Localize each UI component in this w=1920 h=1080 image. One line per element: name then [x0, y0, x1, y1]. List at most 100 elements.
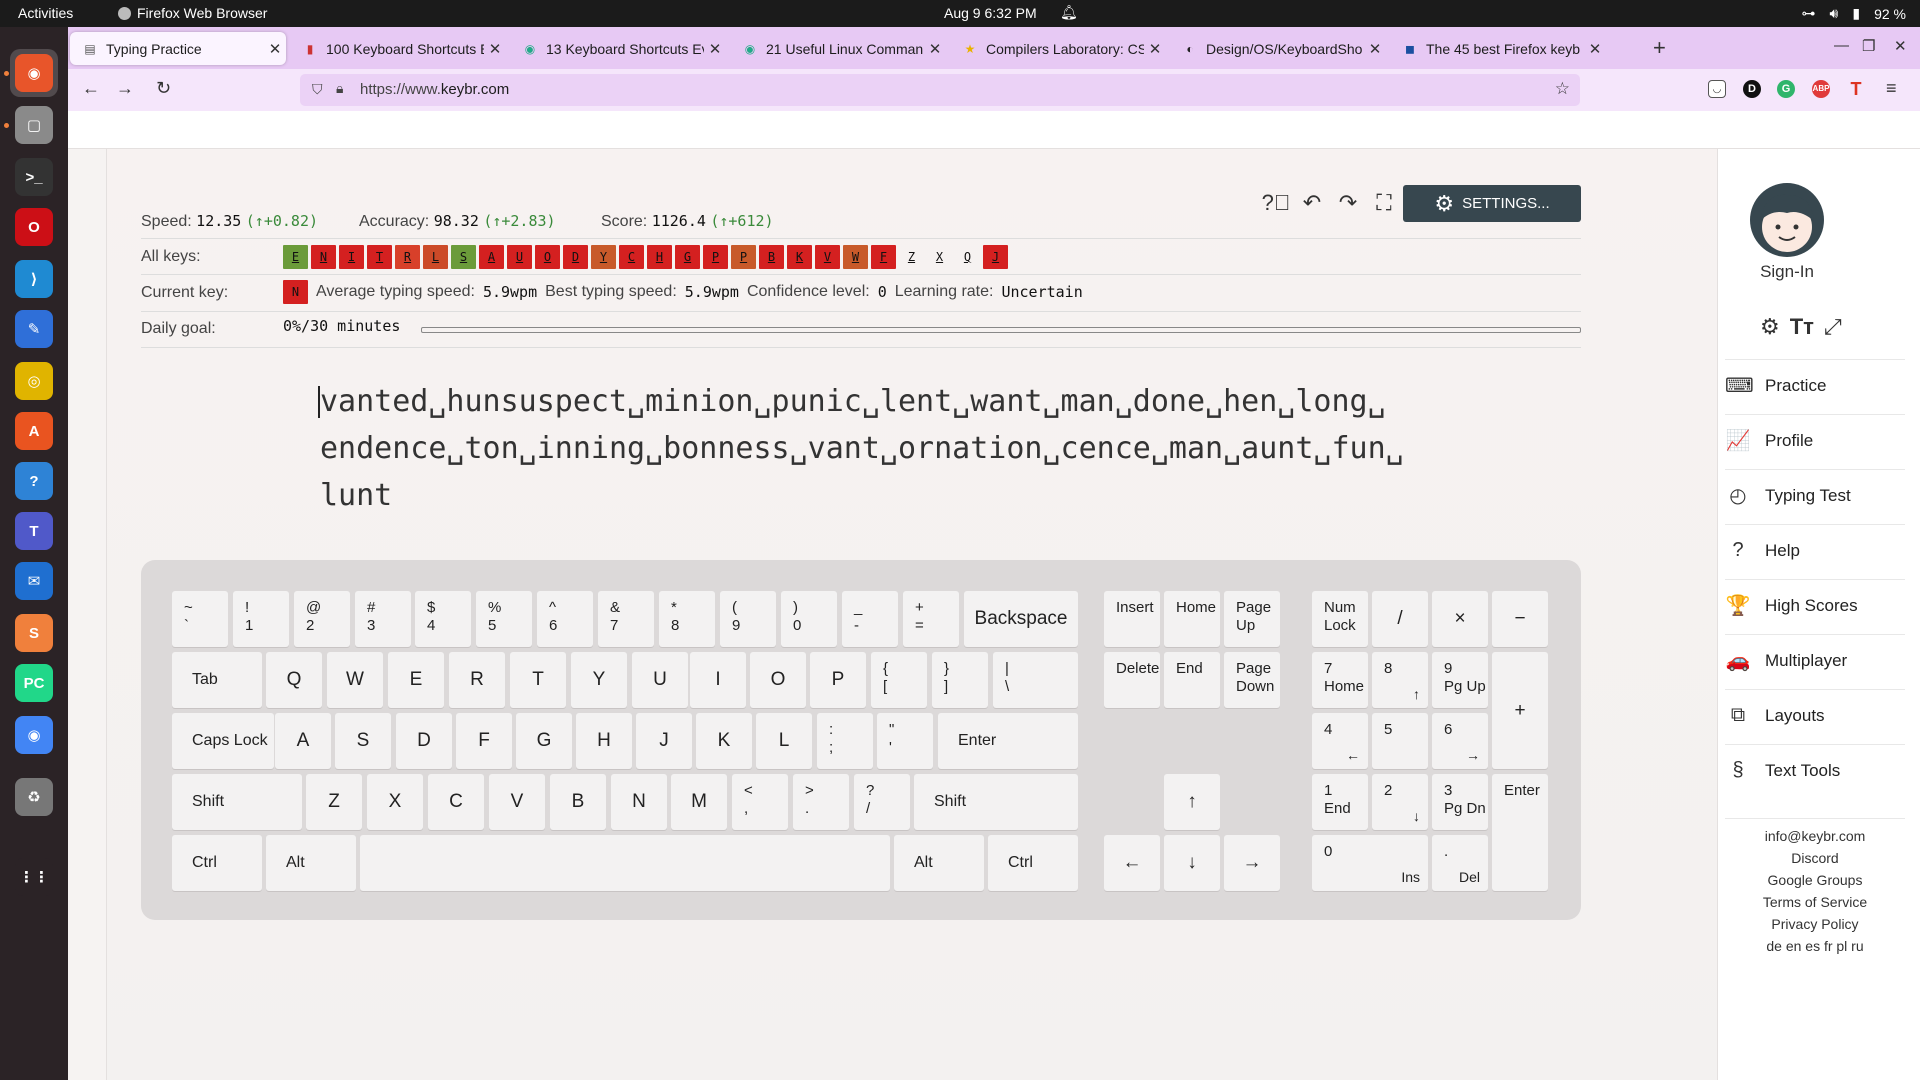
- tab-4[interactable]: ★ Compilers Laboratory: CS ✕: [950, 32, 1166, 65]
- left-shift-key[interactable]: Shift: [172, 774, 302, 830]
- tab-close-icon[interactable]: ✕: [1144, 40, 1166, 58]
- key-y[interactable]: Y: [571, 652, 627, 708]
- adblock-icon[interactable]: ABP: [1812, 80, 1830, 98]
- key-q[interactable]: Q: [266, 652, 322, 708]
- thunderbird-icon[interactable]: ✉: [10, 557, 58, 605]
- sidebar-link[interactable]: Terms of Service: [1725, 891, 1905, 913]
- arrow-down-key[interactable]: ↓: [1164, 835, 1220, 891]
- tab-close-icon[interactable]: ✕: [264, 40, 286, 58]
- tab-1[interactable]: ▮ 100 Keyboard Shortcuts E ✕: [290, 32, 506, 65]
- key-h[interactable]: H: [576, 713, 632, 769]
- key-p[interactable]: P: [810, 652, 866, 708]
- numpad-3[interactable]: 3 Pg Dn: [1432, 774, 1488, 830]
- tab-close-icon[interactable]: ✕: [704, 40, 726, 58]
- undo-icon[interactable]: ↶: [1297, 188, 1327, 218]
- key-r[interactable]: R: [449, 652, 505, 708]
- sidebar-item-profile[interactable]: 📈 Profile: [1725, 414, 1905, 466]
- sidebar-item-high-scores[interactable]: 🏆 High Scores: [1725, 579, 1905, 631]
- key-j[interactable]: J: [636, 713, 692, 769]
- key-g[interactable]: G: [516, 713, 572, 769]
- left-ctrl-key[interactable]: Ctrl: [172, 835, 262, 891]
- enter-key[interactable]: Enter: [938, 713, 1078, 769]
- close-window-icon[interactable]: ✕: [1894, 37, 1907, 55]
- backspace-key[interactable]: Backspace: [964, 591, 1078, 647]
- trash-icon[interactable]: ♻: [10, 773, 58, 821]
- numpad-top-0[interactable]: Num Lock: [1312, 591, 1368, 647]
- bookmark-star-icon[interactable]: ☆: [1555, 79, 1570, 99]
- key-z[interactable]: Z: [306, 774, 362, 830]
- key-6[interactable]: ^ 6: [537, 591, 593, 647]
- system-tray[interactable]: ⊶ 🔊︎ ▮ 92 %: [1802, 5, 1906, 22]
- extension-d-icon[interactable]: D: [1743, 80, 1761, 98]
- key-w[interactable]: W: [327, 652, 383, 708]
- key-m[interactable]: M: [671, 774, 727, 830]
- arrow-up-key[interactable]: ↑: [1164, 774, 1220, 830]
- opera-icon[interactable]: O: [10, 203, 58, 251]
- key-d[interactable]: D: [396, 713, 452, 769]
- sublime-icon[interactable]: S: [10, 609, 58, 657]
- nav-key-2[interactable]: Page Up: [1224, 591, 1280, 647]
- text-size-icon[interactable]: Tт: [1790, 314, 1814, 340]
- numpad-enter-key[interactable]: Enter: [1492, 774, 1548, 891]
- numpad-9[interactable]: 9 Pg Up: [1432, 652, 1488, 708]
- app-center-icon[interactable]: A: [10, 407, 58, 455]
- key-k[interactable]: K: [696, 713, 752, 769]
- sidebar-link[interactable]: Privacy Policy: [1725, 913, 1905, 935]
- key-i[interactable]: I: [690, 652, 746, 708]
- firefox-icon[interactable]: ◉: [10, 49, 58, 97]
- nav-key-0[interactable]: Insert: [1104, 591, 1160, 647]
- back-icon[interactable]: ←: [82, 78, 100, 99]
- extension-t-icon[interactable]: T: [1847, 80, 1865, 98]
- text-editor-icon[interactable]: ✎: [10, 305, 58, 353]
- sidebar-item-layouts[interactable]: ⧉ Layouts: [1725, 689, 1905, 741]
- key-5[interactable]: % 5: [476, 591, 532, 647]
- forward-icon[interactable]: →: [116, 78, 134, 99]
- pocket-icon[interactable]: ◡: [1708, 80, 1726, 98]
- tab-6[interactable]: ◼ The 45 best Firefox keyb ✕: [1390, 32, 1606, 65]
- key-sym-a-1[interactable]: " ': [877, 713, 933, 769]
- theme-gear-icon[interactable]: ⚙: [1760, 314, 1780, 340]
- key-e[interactable]: E: [388, 652, 444, 708]
- key-sym-z-0[interactable]: < ,: [732, 774, 788, 830]
- key-f[interactable]: F: [456, 713, 512, 769]
- right-alt-key[interactable]: Alt: [894, 835, 984, 891]
- key-sym-0[interactable]: { [: [871, 652, 927, 708]
- chrome-icon[interactable]: ◉: [10, 711, 58, 759]
- key-sym-z-2[interactable]: ? /: [854, 774, 910, 830]
- left-alt-key[interactable]: Alt: [266, 835, 356, 891]
- numpad-5[interactable]: 5: [1372, 713, 1428, 769]
- key-t[interactable]: T: [510, 652, 566, 708]
- new-tab-button[interactable]: +: [1653, 35, 1666, 61]
- sidebar-item-multiplayer[interactable]: 🚗 Multiplayer: [1725, 634, 1905, 686]
- numpad-top-3[interactable]: −: [1492, 591, 1548, 647]
- key-n[interactable]: N: [611, 774, 667, 830]
- lock-icon[interactable]: 🔒︎: [336, 80, 343, 97]
- key-4[interactable]: $ 4: [415, 591, 471, 647]
- right-ctrl-key[interactable]: Ctrl: [988, 835, 1078, 891]
- numpad-8[interactable]: 8 ↑: [1372, 652, 1428, 708]
- numpad-0[interactable]: 0 Ins: [1312, 835, 1428, 891]
- tab-0[interactable]: ▤ Typing Practice ✕: [70, 32, 286, 65]
- redo-icon[interactable]: ↷: [1333, 188, 1363, 218]
- caps-lock-key[interactable]: Caps Lock: [172, 713, 274, 769]
- key-c[interactable]: C: [428, 774, 484, 830]
- numpad-6[interactable]: 6 →: [1432, 713, 1488, 769]
- help-icon[interactable]: ?: [10, 457, 58, 505]
- rhythmbox-icon[interactable]: ◎: [10, 357, 58, 405]
- url-bar[interactable]: ⛉ 🔒︎ https://www.keybr.com ☆: [300, 74, 1580, 106]
- nav-key-1[interactable]: Home: [1164, 591, 1220, 647]
- grammarly-icon[interactable]: G: [1777, 80, 1795, 98]
- avatar[interactable]: [1750, 183, 1824, 257]
- url-text[interactable]: https://www.keybr.com: [360, 81, 509, 98]
- key-u[interactable]: U: [632, 652, 688, 708]
- practice-text[interactable]: vanted␣hunsuspect␣minion␣punic␣lent␣want…: [320, 378, 1460, 519]
- pycharm-icon[interactable]: PC: [10, 659, 58, 707]
- numpad-top-1[interactable]: /: [1372, 591, 1428, 647]
- sidebar-link[interactable]: info@keybr.com: [1725, 825, 1905, 847]
- key--[interactable]: _ -: [842, 591, 898, 647]
- key-sym-z-1[interactable]: > .: [793, 774, 849, 830]
- key-9[interactable]: ( 9: [720, 591, 776, 647]
- tab-close-icon[interactable]: ✕: [484, 40, 506, 58]
- numpad-plus-key[interactable]: +: [1492, 652, 1548, 769]
- key-sym-a-0[interactable]: : ;: [817, 713, 873, 769]
